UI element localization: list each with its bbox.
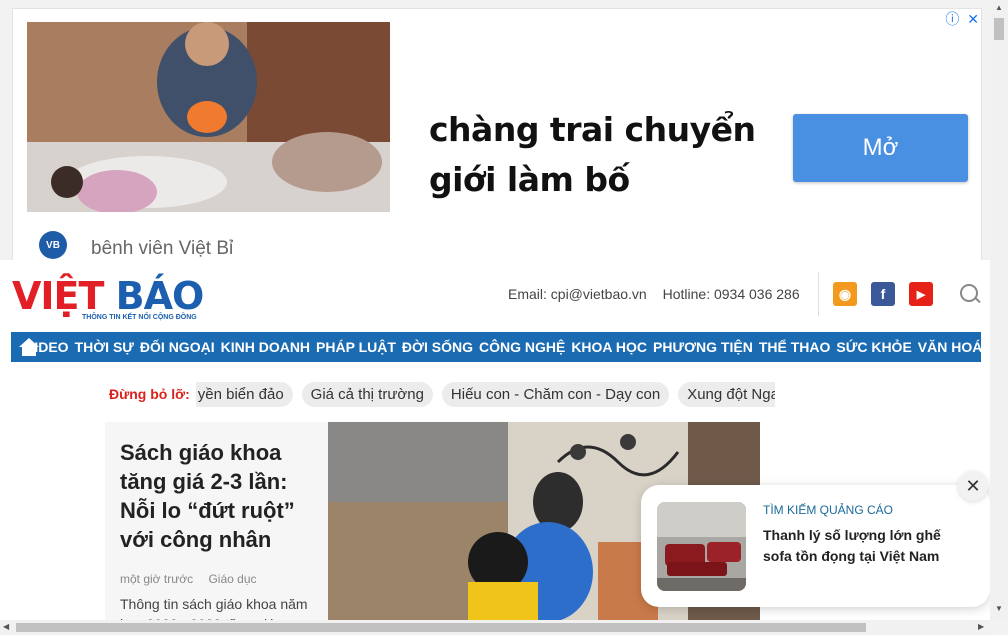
info-icon[interactable]: ⓘ [945, 11, 959, 27]
sponsored-popup[interactable]: TÌM KIẾM QUẢNG CÁO Thanh lý số lượng lớn… [641, 485, 990, 607]
horizontal-scroll-thumb[interactable] [16, 623, 866, 632]
ad-open-button[interactable]: Mở [793, 114, 968, 182]
ad-choices[interactable]: ⓘ ✕ [941, 9, 979, 29]
scroll-up-icon[interactable]: ▲ [995, 3, 1003, 12]
vertical-scroll-thumb[interactable] [994, 18, 1004, 40]
popup-text[interactable]: Thanh lý số lượng lớn ghế sofa tồn đọng … [763, 525, 963, 567]
nav-item-cong-nghe[interactable]: CÔNG NGHỆ [479, 339, 565, 355]
logo-viet: VIỆT [12, 274, 116, 318]
scroll-right-icon[interactable]: ▶ [978, 622, 984, 631]
trending-chip[interactable]: yền biển đảo [195, 381, 293, 407]
nav-item-khoa-hoc[interactable]: KHOA HỌC [571, 339, 647, 355]
trending-label: Đừng bỏ lỡ: [109, 386, 190, 402]
article-time: một giờ trước [120, 572, 194, 586]
nav-item-doi-song[interactable]: ĐỜI SỐNG [402, 339, 473, 355]
contact-email[interactable]: Email: cpi@vietbao.vn [508, 286, 647, 302]
main-nav: VIDEO THỜI SỰ ĐỐI NGOẠI KINH DOANH PHÁP … [11, 332, 983, 362]
rss-icon[interactable]: ◉ [833, 282, 857, 306]
contact-info: Email: cpi@vietbao.vn Hotline: 0934 036 … [508, 286, 812, 302]
article-category[interactable]: Giáo dục [208, 572, 256, 586]
nav-item-van-hoa[interactable]: VĂN HOÁ [918, 339, 983, 355]
trending-bar: Đừng bỏ lỡ: yền biển đảo Giá cả thị trườ… [105, 381, 775, 407]
ad-banner[interactable]: chàng trai chuyển giới làm bố Mở VB bênh… [12, 8, 982, 262]
search-icon[interactable] [960, 284, 978, 302]
trending-chip[interactable]: Giá cả thị trường [301, 381, 433, 407]
featured-article: Sách giáo khoa tăng giá 2-3 lần: Nỗi lo … [105, 422, 328, 632]
ad-image[interactable] [27, 22, 390, 212]
popup-close-button[interactable]: ✕ [958, 471, 988, 501]
nav-item-kinh-doanh[interactable]: KINH DOANH [221, 339, 310, 355]
popup-image[interactable] [657, 502, 746, 591]
logo-tagline: THÔNG TIN KẾT NỐI CỘNG ĐỒNG [82, 314, 197, 321]
trending-chip[interactable]: Hiếu con - Chăm con - Dạy con [441, 381, 670, 407]
article-meta: một giờ trước Giáo dục [120, 572, 269, 586]
contact-hotline[interactable]: Hotline: 0934 036 286 [663, 286, 800, 302]
trending-chip[interactable]: Xung đột Nga - [678, 381, 775, 407]
close-icon[interactable]: ✕ [967, 11, 979, 27]
nav-item-suc-khoe[interactable]: SỨC KHỎE [836, 339, 911, 355]
nav-item-phap-luat[interactable]: PHÁP LUẬT [316, 339, 396, 355]
ad-headline[interactable]: chàng trai chuyển giới làm bố [429, 105, 769, 205]
facebook-icon[interactable]: f [871, 282, 895, 306]
ad-brand-logo[interactable]: VB [39, 231, 67, 259]
scroll-left-icon[interactable]: ◀ [3, 622, 9, 631]
popup-label: TÌM KIẾM QUẢNG CÁO [763, 503, 894, 517]
scroll-down-icon[interactable]: ▼ [995, 604, 1003, 613]
vertical-scrollbar[interactable]: ▲ ▼ [990, 0, 1008, 620]
nav-item-thoi-su[interactable]: THỜI SỰ [75, 339, 134, 355]
nav-item-the-thao[interactable]: THỂ THAO [759, 339, 831, 355]
horizontal-scrollbar[interactable]: ◀ ▶ [0, 620, 990, 635]
youtube-icon[interactable]: ▶ [909, 282, 933, 306]
article-title[interactable]: Sách giáo khoa tăng giá 2-3 lần: Nỗi lo … [120, 438, 320, 554]
site-logo[interactable]: VIỆT BÁO THÔNG TIN KẾT NỐI CỘNG ĐỒNG [12, 274, 205, 321]
nav-item-phuong-tien[interactable]: PHƯƠNG TIỆN [653, 339, 753, 355]
nav-item-doi-ngoai[interactable]: ĐỐI NGOẠI [140, 339, 215, 355]
logo-bao: BÁO [115, 274, 205, 318]
ad-brand-name[interactable]: bênh viên Việt Bỉ [91, 238, 233, 260]
divider [818, 272, 819, 316]
